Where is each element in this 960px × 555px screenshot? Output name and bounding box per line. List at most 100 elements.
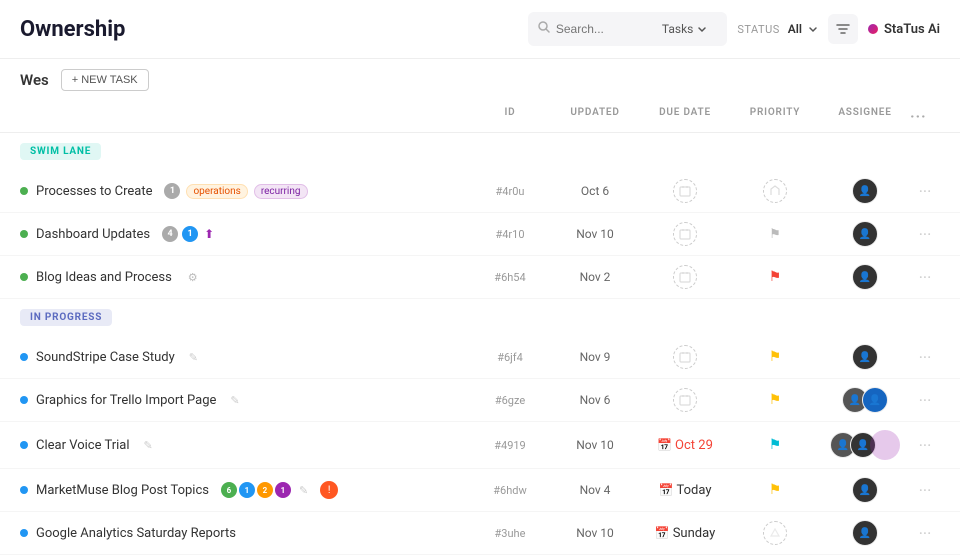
assignee-cell: 👤	[820, 520, 910, 546]
id-cell: #6jf4	[470, 351, 550, 364]
status-filter[interactable]: STATUS All	[737, 22, 818, 36]
priority-cell: ⚑	[730, 349, 820, 365]
filter-button[interactable]	[828, 14, 858, 44]
swim-lane-label: SWIM LANE	[20, 143, 101, 160]
task-name[interactable]: Blog Ideas and Process	[36, 270, 172, 285]
priority-cell: ⚑	[730, 482, 820, 498]
today-date: 📅 Today	[659, 483, 712, 498]
row-more-button[interactable]: ···	[910, 348, 940, 367]
in-progress-label: IN PROGRESS	[20, 309, 112, 326]
updated-cell: Nov 2	[550, 270, 640, 284]
task-name[interactable]: Dashboard Updates	[36, 227, 150, 242]
avatar-group: 👤 👤	[830, 430, 900, 460]
tag-recurring: recurring	[254, 184, 308, 199]
due-date-value: Sunday	[673, 526, 716, 541]
table-row: Graphics for Trello Import Page ✎ #6gze …	[0, 379, 960, 422]
task-name[interactable]: Clear Voice Trial	[36, 438, 130, 453]
priority-flag-none: ⚑	[769, 227, 781, 242]
table-row: Processes to Create 1 operations recurri…	[0, 170, 960, 213]
col-updated: UPDATED	[550, 107, 640, 126]
task-name-cell: SoundStripe Case Study ✎	[20, 350, 470, 365]
row-more-button[interactable]: ···	[910, 436, 940, 455]
task-name-cell: Processes to Create 1 operations recurri…	[20, 183, 470, 199]
new-task-button[interactable]: + NEW TASK	[61, 69, 149, 91]
task-id: #6jf4	[497, 351, 523, 364]
col-name	[20, 107, 470, 126]
task-id: #4r0u	[496, 185, 525, 198]
priority-flag-red: ⚑	[769, 269, 782, 285]
updated-cell: Nov 10	[550, 227, 640, 241]
avatar: 👤	[852, 221, 878, 247]
priority-flag-yellow: ⚑	[769, 482, 782, 498]
task-name[interactable]: Graphics for Trello Import Page	[36, 393, 216, 408]
task-id: #6hdw	[493, 484, 526, 497]
task-name[interactable]: SoundStripe Case Study	[36, 350, 175, 365]
tasks-dropdown[interactable]: Tasks	[652, 17, 718, 41]
task-badges: 4 1 ⬆	[162, 226, 214, 242]
id-cell: #6hdw	[470, 484, 550, 497]
ai-dot	[868, 24, 878, 34]
table-row: Dashboard Updates 4 1 ⬆ #4r10 Nov 10 ⚑ 👤…	[0, 213, 960, 256]
notification-avatar: !	[320, 481, 338, 499]
notification-dot: !	[320, 481, 338, 499]
edit-icon[interactable]: ✎	[230, 394, 239, 407]
id-cell: #4r0u	[470, 185, 550, 198]
badge-count: 1	[164, 183, 180, 199]
edit-icon[interactable]: ✎	[144, 439, 153, 452]
task-name-cell: Clear Voice Trial ✎	[20, 438, 470, 453]
edit-icon[interactable]: ✎	[299, 484, 308, 497]
row-more-button[interactable]: ···	[910, 182, 940, 201]
priority-icon	[763, 179, 787, 203]
task-name[interactable]: Processes to Create	[36, 184, 152, 199]
id-cell: #6h54	[470, 271, 550, 284]
duedate-cell: 📅 Sunday	[640, 526, 730, 541]
task-name[interactable]: Google Analytics Saturday Reports	[36, 526, 236, 541]
row-more-button[interactable]: ···	[910, 225, 940, 244]
edit-icon[interactable]: ✎	[189, 351, 198, 364]
assignee-cell: 👤	[820, 477, 910, 503]
due-date-icon	[673, 265, 697, 289]
upload-icon: ⬆	[204, 227, 214, 241]
status-ai-label: StaTus Ai	[884, 22, 940, 37]
calendar-icon: 📅	[657, 438, 672, 452]
settings-icon: ⚙	[188, 271, 198, 284]
task-id: #4r10	[495, 228, 524, 241]
status-dot	[20, 230, 28, 238]
tag-operations: operations	[186, 184, 247, 199]
row-more-button[interactable]: ···	[910, 481, 940, 500]
priority-none-icon	[763, 521, 787, 545]
priority-cell	[730, 521, 820, 545]
row-more-button[interactable]: ···	[910, 268, 940, 287]
search-input[interactable]	[556, 22, 646, 36]
badge-1: 1	[182, 226, 198, 242]
row-more-button[interactable]: ···	[910, 391, 940, 410]
assignee-cell: 👤	[820, 344, 910, 370]
updated-cell: Nov 9	[550, 350, 640, 364]
duedate-cell	[640, 265, 730, 289]
due-date-icon	[673, 388, 697, 412]
task-name-cell: Google Analytics Saturday Reports	[20, 526, 470, 541]
task-name-cell: MarketMuse Blog Post Topics 6 1 2 1 ✎ !	[20, 481, 470, 499]
avatar: 👤	[852, 477, 878, 503]
badge-6: 6	[221, 482, 237, 498]
priority-cell: ⚑	[730, 437, 820, 453]
updated-date: Nov 2	[580, 270, 611, 284]
avatar: 👤	[852, 520, 878, 546]
assignee-cell: 👤 👤	[820, 387, 910, 413]
assignee-cell: 👤	[820, 221, 910, 247]
due-date-value: Today	[676, 483, 711, 498]
assignee-cell: 👤 👤	[820, 430, 910, 460]
priority-cell	[730, 179, 820, 203]
col-id: ID	[470, 107, 550, 126]
duedate-cell	[640, 388, 730, 412]
in-progress-section: IN PROGRESS SoundStripe Case Study ✎ #6j…	[0, 299, 960, 555]
task-name[interactable]: MarketMuse Blog Post Topics	[36, 483, 209, 498]
search-bar[interactable]: Tasks	[528, 12, 728, 46]
table-header: ID UPDATED DUE DATE PRIORITY ASSIGNEE ··…	[0, 101, 960, 133]
badge-o2: 2	[257, 482, 273, 498]
more-options-icon[interactable]: ···	[910, 107, 926, 126]
duedate-cell	[640, 179, 730, 203]
table-row: Blog Ideas and Process ⚙ #6h54 Nov 2 ⚑ 👤…	[0, 256, 960, 299]
status-dot	[20, 396, 28, 404]
assignee-cell: 👤	[820, 264, 910, 290]
